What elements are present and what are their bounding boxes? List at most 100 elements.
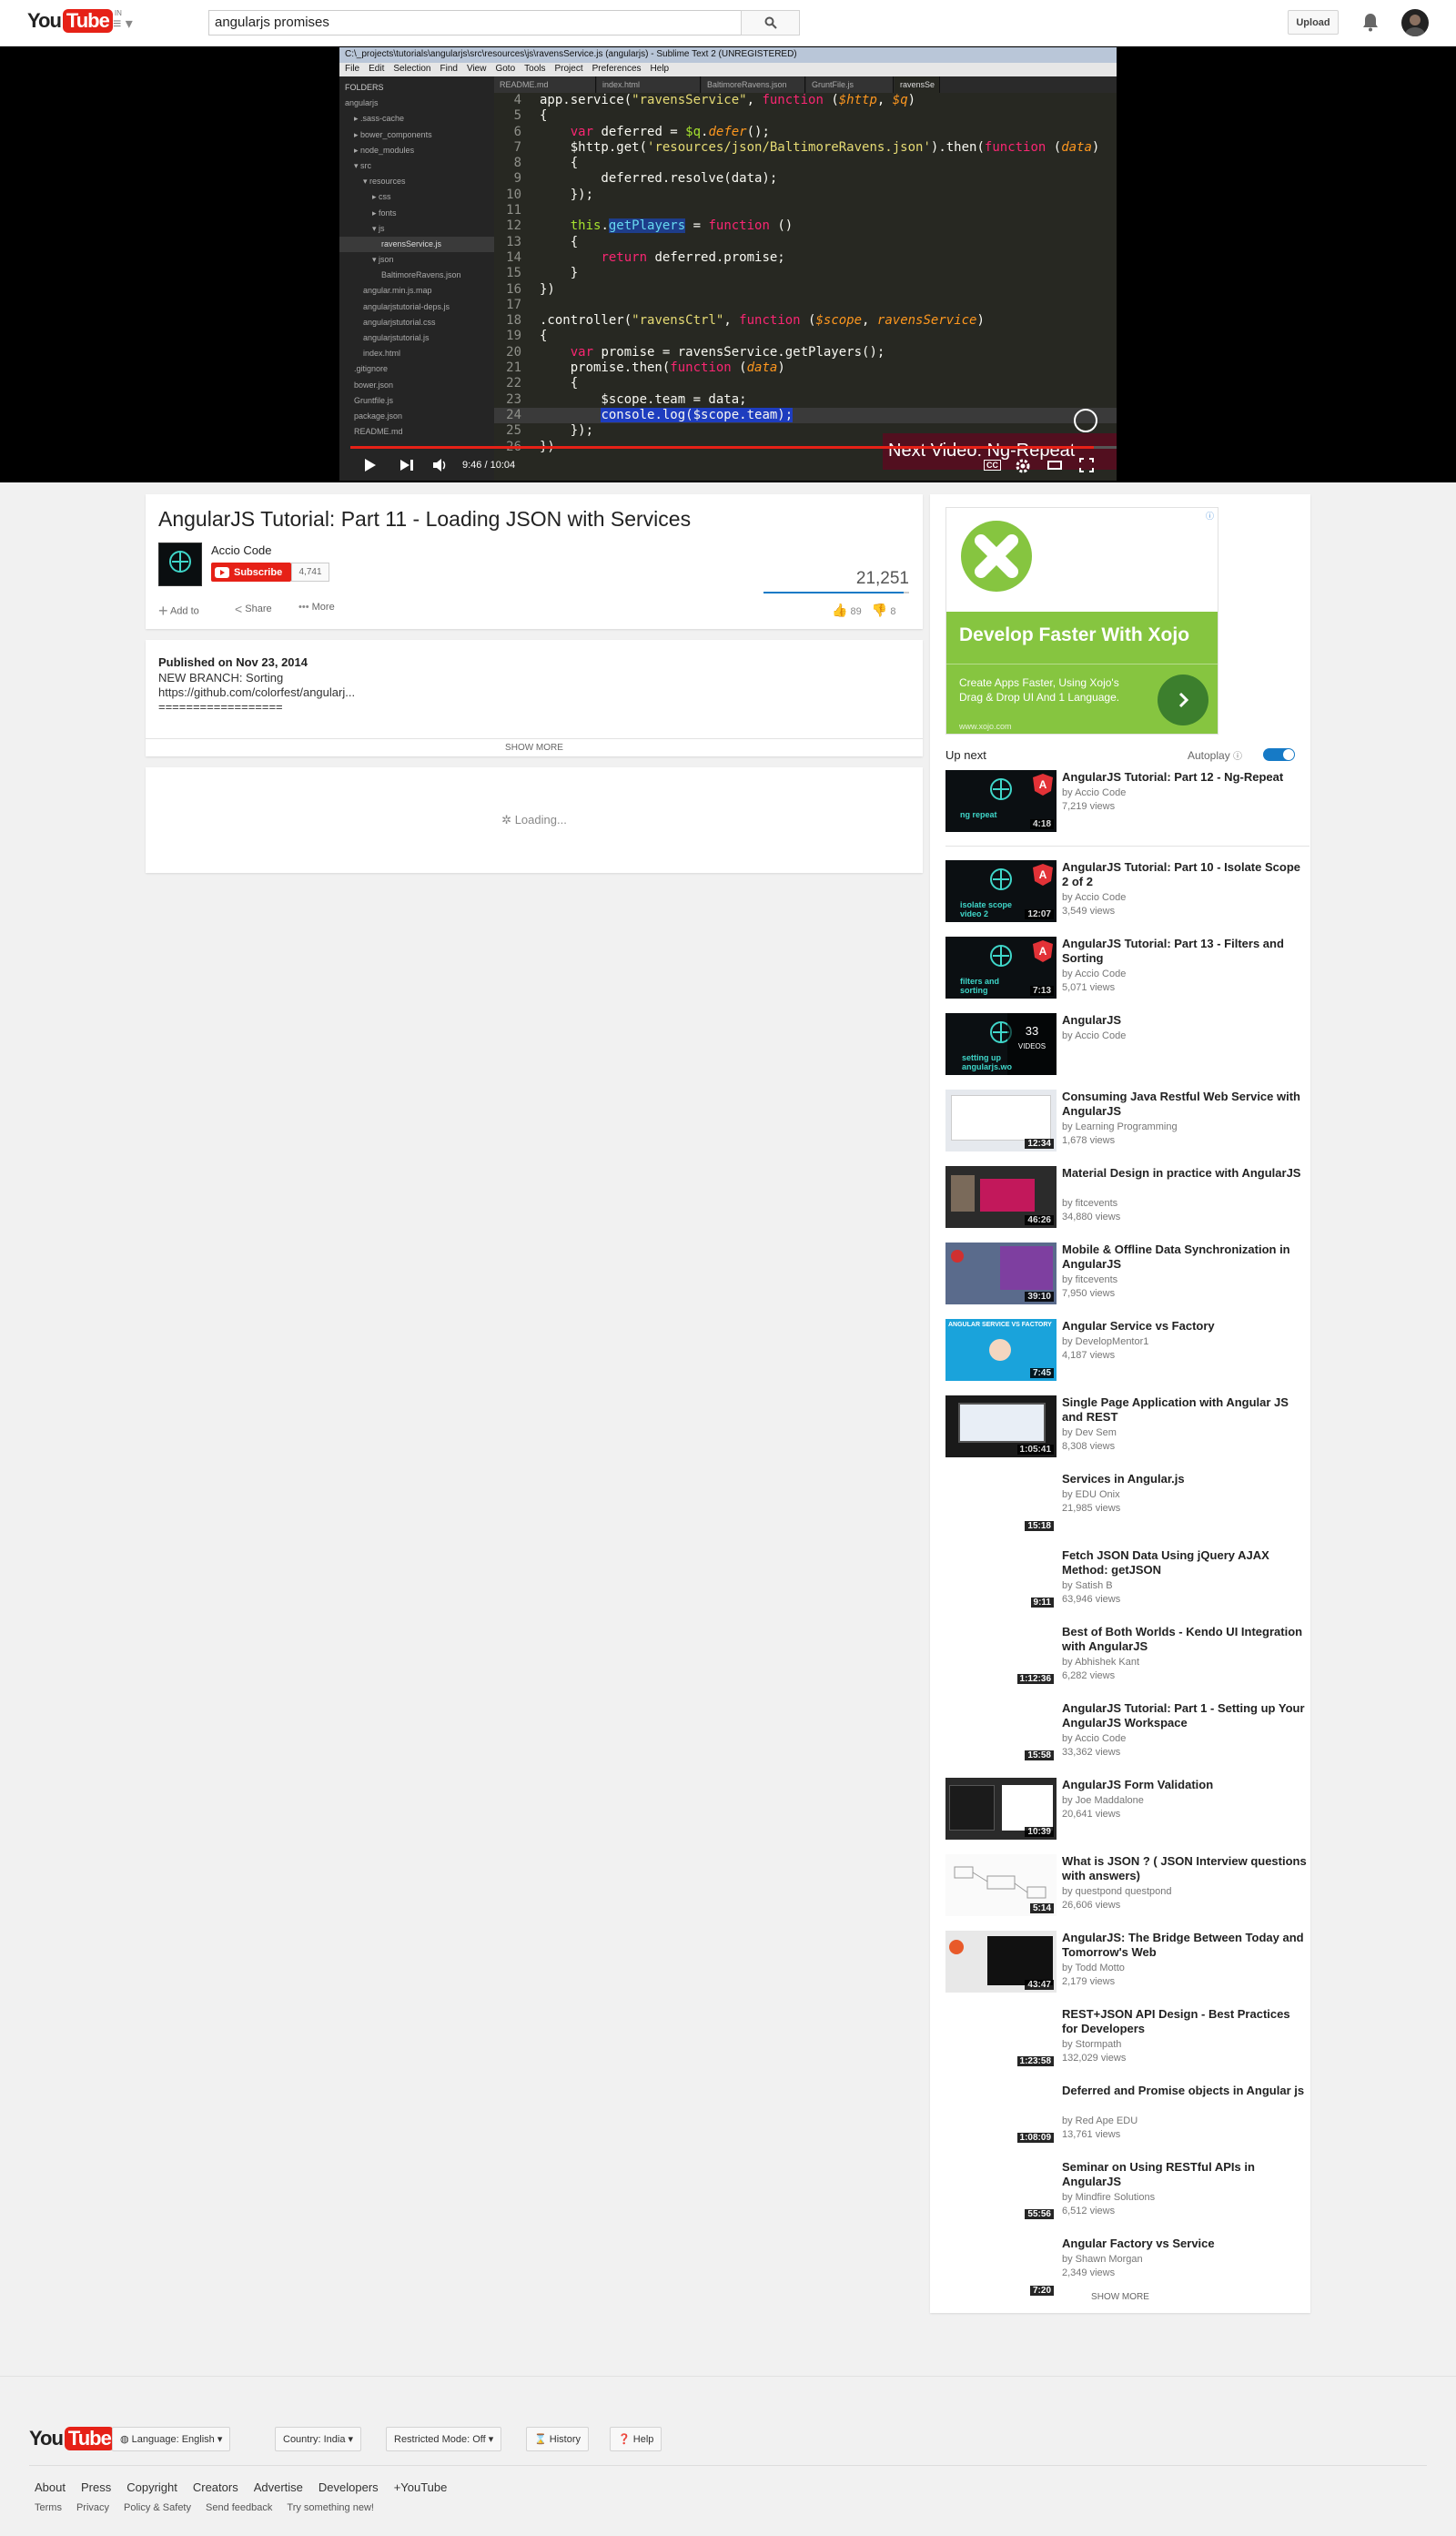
video-title[interactable]: Deferred and Promise objects in Angular … [1062,2084,1308,2098]
video-thumbnail[interactable]: 9:11 [945,1548,1057,1610]
restricted-mode-picker[interactable]: Restricted Mode: Off ▾ [386,2427,502,2451]
video-thumbnail[interactable]: 10:39 [945,1778,1057,1840]
related-video[interactable]: Ang repeat 4:18 AngularJS Tutorial: Part 1… [945,770,1309,834]
related-video[interactable]: 46:26 Material Design in practice with An… [945,1166,1309,1230]
video-channel[interactable]: by Joe Maddalone [1062,1794,1144,1808]
footer-link[interactable]: About [35,2480,66,2494]
add-to-button[interactable]: + Add to [158,602,199,621]
guide-menu-icon[interactable]: ≡ ▾ [113,15,133,33]
related-video[interactable]: 33 VIDEOS setting up angularjs.wo AngularJS… [945,1013,1309,1077]
video-channel[interactable]: by Abhishek Kant [1062,1656,1139,1669]
video-channel[interactable]: by Learning Programming [1062,1121,1178,1134]
related-video[interactable]: 15:18 Services in Angular.js by EDU Onix 21… [945,1472,1309,1536]
video-thumbnail[interactable]: Afilters and sorting 7:13 [945,937,1057,999]
footer-link[interactable]: Send feedback [206,2502,272,2513]
related-video[interactable]: 55:56 Seminar on Using RESTful APIs in An… [945,2160,1309,2224]
video-thumbnail[interactable]: 5:14 [945,1854,1057,1916]
video-thumbnail[interactable]: 1:12:36 [945,1625,1057,1687]
video-title[interactable]: Best of Both Worlds - Kendo UI Integrati… [1062,1625,1308,1654]
description-link[interactable]: https://github.com/colorfest/angularj... [158,685,355,699]
video-title[interactable]: Consuming Java Restful Web Service with … [1062,1090,1308,1119]
share-button[interactable]: < Share [235,602,272,616]
video-thumbnail[interactable]: 7:20 [945,2237,1057,2298]
video-channel[interactable]: by questpond questpond [1062,1885,1172,1899]
video-title[interactable]: AngularJS: The Bridge Between Today and … [1062,1931,1308,1960]
video-thumbnail[interactable]: ANGULAR SERVICE VS FACTORY 7:45 [945,1319,1057,1381]
ad-banner[interactable]: ⓘ Develop Faster With Xojo Create Apps F… [945,507,1218,735]
video-channel[interactable]: by Accio Code [1062,1030,1126,1043]
theater-mode-icon[interactable] [1047,460,1062,471]
settings-gear-icon[interactable] [1015,458,1031,474]
related-video[interactable]: 1:12:36 Best of Both Worlds - Kendo UI In… [945,1625,1309,1689]
adchoices-icon[interactable]: ⓘ [1206,510,1214,522]
footer-link[interactable]: Terms [35,2502,62,2513]
video-channel[interactable]: by Accio Code [1062,786,1126,800]
video-title[interactable]: AngularJS Tutorial: Part 12 - Ng-Repeat [1062,770,1308,785]
video-thumbnail[interactable]: 39:10 [945,1243,1057,1304]
related-video[interactable]: 5:14 What is JSON ? ( JSON Interview ques… [945,1854,1309,1918]
video-title[interactable]: Angular Factory vs Service [1062,2237,1308,2251]
video-title[interactable]: Angular Service vs Factory [1062,1319,1308,1334]
video-title[interactable]: AngularJS Tutorial: Part 13 - Filters an… [1062,937,1308,966]
next-icon[interactable] [399,459,414,472]
related-video[interactable]: 1:23:58 REST+JSON API Design - Best Pract… [945,2007,1309,2071]
video-thumbnail[interactable]: 46:26 [945,1166,1057,1228]
video-title[interactable]: What is JSON ? ( JSON Interview question… [1062,1854,1308,1883]
video-channel[interactable]: by fitcevents [1062,1273,1117,1287]
video-channel[interactable]: by EDU Onix [1062,1488,1120,1502]
footer-link[interactable]: Advertise [254,2480,303,2494]
like-button[interactable]: 👍 89 [832,603,862,617]
video-title[interactable]: Mobile & Offline Data Synchronization in… [1062,1243,1308,1272]
video-channel[interactable]: by Accio Code [1062,968,1126,981]
video-channel[interactable]: by Red Ape EDU [1062,2115,1138,2128]
related-video[interactable]: 12:34 Consuming Java Restful Web Service … [945,1090,1309,1153]
video-title[interactable]: Single Page Application with Angular JS … [1062,1395,1308,1425]
video-thumbnail[interactable]: 1:23:58 [945,2007,1057,2069]
related-video[interactable]: 7:20 Angular Factory vs Service by Shawn M… [945,2237,1309,2300]
volume-icon[interactable] [432,458,449,472]
video-title[interactable]: Material Design in practice with Angular… [1062,1166,1308,1181]
video-title[interactable]: AngularJS Tutorial: Part 10 - Isolate Sc… [1062,860,1308,889]
dislike-button[interactable]: 👎 8 [872,603,896,617]
video-channel[interactable]: by fitcevents [1062,1197,1117,1211]
footer-link[interactable]: Developers [318,2480,379,2494]
related-video[interactable]: ANGULAR SERVICE VS FACTORY 7:45 Angular Se… [945,1319,1309,1383]
footer-logo[interactable]: You Tube [29,2425,115,2452]
notifications-bell-icon[interactable] [1362,12,1379,35]
video-thumbnail[interactable]: 43:47 [945,1931,1057,1993]
footer-link[interactable]: Policy & Safety [124,2502,191,2513]
related-video[interactable]: 1:08:09 Deferred and Promise objects in A… [945,2084,1309,2147]
video-channel[interactable]: by Dev Sem [1062,1426,1117,1440]
video-thumbnail[interactable]: Aisolate scope video 2 12:07 [945,860,1057,922]
search-button[interactable] [741,10,800,36]
video-channel[interactable]: by DevelopMentor1 [1062,1335,1148,1349]
footer-link[interactable]: Copyright [126,2480,177,2494]
ad-go-button[interactable] [1158,675,1208,725]
related-video[interactable]: 39:10 Mobile & Offline Data Synchronizati… [945,1243,1309,1306]
video-thumbnail[interactable]: 55:56 [945,2160,1057,2222]
footer-link[interactable]: Creators [193,2480,238,2494]
video-channel[interactable]: by Shawn Morgan [1062,2253,1143,2267]
footer-link[interactable]: Try something new! [287,2502,374,2513]
video-title[interactable]: Services in Angular.js [1062,1472,1308,1486]
video-channel[interactable]: by Stormpath [1062,2038,1121,2052]
related-video[interactable]: 10:39 AngularJS Form Validation by Joe Mad… [945,1778,1309,1841]
video-title[interactable]: Fetch JSON Data Using jQuery AJAX Method… [1062,1548,1308,1577]
video-title[interactable]: Seminar on Using RESTful APIs in Angular… [1062,2160,1308,2189]
more-button[interactable]: ••• More [298,602,335,613]
show-more-button[interactable]: SHOW MORE [146,738,923,756]
captions-icon[interactable]: CC [984,460,1001,471]
video-thumbnail[interactable]: 15:58 [945,1701,1057,1763]
help-button[interactable]: ❓ Help [610,2427,662,2451]
footer-link[interactable]: Press [81,2480,111,2494]
footer-link[interactable]: +YouTube [394,2480,448,2494]
channel-watermark-icon[interactable] [1074,409,1097,432]
video-title[interactable]: REST+JSON API Design - Best Practices fo… [1062,2007,1308,2036]
related-video[interactable]: 1:05:41 Single Page Application with Angu… [945,1395,1309,1459]
video-channel[interactable]: by Accio Code [1062,891,1126,905]
subscribe-button[interactable]: Subscribe [211,563,291,582]
video-thumbnail[interactable]: 15:18 [945,1472,1057,1534]
youtube-logo[interactable]: You Tube IN [27,7,122,35]
country-picker[interactable]: Country: India ▾ [275,2427,362,2451]
video-thumbnail[interactable]: 1:08:09 [945,2084,1057,2145]
